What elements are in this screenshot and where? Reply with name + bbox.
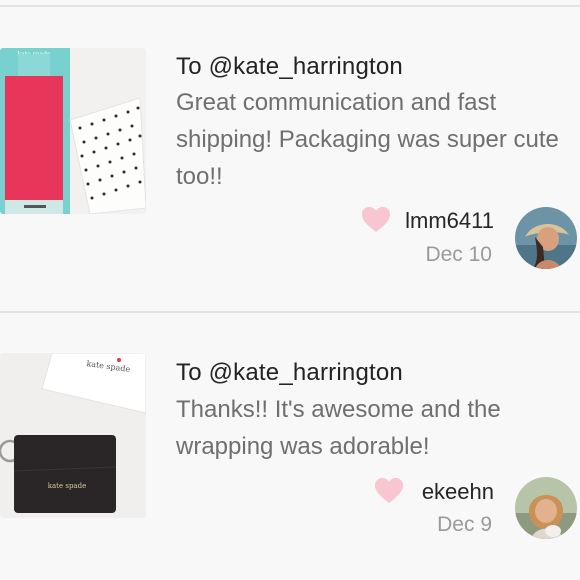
reviewer-avatar[interactable] [515, 207, 577, 269]
review-card[interactable]: kate spade kate spade To @kate_harringto… [0, 313, 580, 580]
heart-icon[interactable] [361, 205, 391, 235]
reviewer-username[interactable]: ekeehn [422, 479, 494, 505]
svg-text:kate spade: kate spade [48, 482, 86, 490]
phone-case-product-image: kate spade [0, 48, 146, 214]
wallet-product-image: kate spade kate spade [0, 353, 146, 518]
review-message: Thanks!! It's awesome and the wrapping w… [176, 396, 501, 460]
review-card[interactable]: kate spade To @kate_harrington Great com… [0, 0, 580, 305]
reviewer-username[interactable]: lmm6411 [405, 208, 494, 234]
review-recipient[interactable]: To @kate_harrington [176, 359, 403, 387]
review-recipient[interactable]: To @kate_harrington [176, 53, 403, 81]
reviewer-avatar[interactable] [515, 477, 577, 539]
review-date: Dec 9 [437, 513, 492, 536]
review-message: Great communication and fast shipping! P… [176, 89, 559, 190]
user-avatar [515, 477, 577, 539]
product-thumbnail[interactable]: kate spade kate spade [0, 353, 146, 518]
review-date: Dec 10 [425, 243, 492, 266]
product-thumbnail[interactable]: kate spade [0, 48, 146, 214]
user-avatar [515, 207, 577, 269]
heart-icon[interactable] [374, 476, 404, 506]
